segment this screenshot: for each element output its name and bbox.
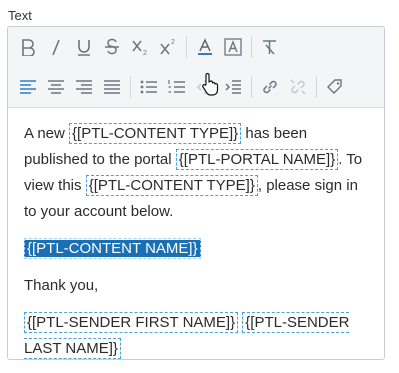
body-text: A new xyxy=(24,125,70,142)
hand-pointer-icon xyxy=(202,72,219,96)
indent-button[interactable] xyxy=(219,73,247,101)
toolbar-separator xyxy=(251,76,252,98)
rich-text-editor[interactable]: 2 2 A new {[PTL-CONTENT TYPE]} has been … xyxy=(7,26,385,360)
toolbar-separator xyxy=(251,36,252,58)
subscript-icon: 2 xyxy=(132,40,147,56)
align-center-button[interactable] xyxy=(42,73,70,101)
bold-icon xyxy=(22,39,35,56)
align-justify-icon xyxy=(104,80,120,94)
bullet-list-button[interactable] xyxy=(135,73,163,101)
placeholder-sender-first-name[interactable]: {[PTL-SENDER FIRST NAME]} xyxy=(24,312,239,333)
strikethrough-button[interactable] xyxy=(98,33,126,61)
bold-button[interactable] xyxy=(14,33,42,61)
toolbar-separator xyxy=(316,76,317,98)
superscript-button[interactable]: 2 xyxy=(154,33,182,61)
toolbar-separator xyxy=(130,76,131,98)
placeholder-content-type[interactable]: {[PTL-CONTENT TYPE]} xyxy=(69,123,242,144)
placeholder-portal-name[interactable]: {[PTL-PORTAL NAME]} xyxy=(175,149,339,170)
remove-link-icon xyxy=(290,79,306,95)
field-label: Text xyxy=(8,8,32,23)
content-name-paragraph: {[PTL-CONTENT NAME]} xyxy=(24,236,374,262)
italic-button[interactable] xyxy=(42,33,70,61)
text-color-button[interactable] xyxy=(191,33,219,61)
insert-link-icon xyxy=(263,80,277,94)
background-color-icon xyxy=(224,38,242,56)
tag-icon xyxy=(327,79,342,94)
align-left-icon xyxy=(20,80,36,94)
toolbar-separator xyxy=(186,36,187,58)
closing-paragraph: Thank you, xyxy=(24,273,374,299)
align-left-button[interactable] xyxy=(14,73,42,101)
indent-icon xyxy=(225,80,241,94)
toolbar-row-formatting: 2 2 xyxy=(14,32,284,62)
align-right-icon xyxy=(76,80,92,94)
insert-link-button[interactable] xyxy=(256,73,284,101)
italic-icon xyxy=(52,39,60,56)
signature-paragraph: {[PTL-SENDER FIRST NAME]} {[PTL-SENDER L… xyxy=(24,310,374,362)
hand-pointer-cursor xyxy=(200,72,220,101)
align-right-button[interactable] xyxy=(70,73,98,101)
subscript-button[interactable]: 2 xyxy=(126,33,154,61)
clear-formatting-icon xyxy=(263,40,276,55)
bullet-list-icon xyxy=(140,80,157,94)
closing-text: Thank you, xyxy=(24,277,99,294)
strikethrough-icon xyxy=(105,38,119,55)
editor-toolbar: 2 2 xyxy=(8,27,384,108)
underline-icon xyxy=(78,40,90,56)
tag-button[interactable] xyxy=(321,73,349,101)
placeholder-content-type[interactable]: {[PTL-CONTENT TYPE]} xyxy=(85,175,258,196)
numbered-list-button[interactable] xyxy=(163,73,191,101)
body-paragraph: A new {[PTL-CONTENT TYPE]} has been publ… xyxy=(24,121,374,225)
text-color-icon xyxy=(198,38,212,55)
numbered-list-icon xyxy=(168,80,185,93)
background-color-button[interactable] xyxy=(219,33,247,61)
svg-text:2: 2 xyxy=(143,50,147,56)
remove-link-button[interactable] xyxy=(284,73,312,101)
clear-formatting-button[interactable] xyxy=(256,33,284,61)
align-center-icon xyxy=(48,80,64,94)
toolbar-row-paragraph xyxy=(14,72,349,102)
underline-button[interactable] xyxy=(70,33,98,61)
placeholder-content-name[interactable]: {[PTL-CONTENT NAME]} xyxy=(24,238,201,259)
superscript-icon: 2 xyxy=(160,39,175,55)
align-justify-button[interactable] xyxy=(98,73,126,101)
svg-text:2: 2 xyxy=(171,39,175,46)
editor-content[interactable]: A new {[PTL-CONTENT TYPE]} has been publ… xyxy=(24,121,374,373)
